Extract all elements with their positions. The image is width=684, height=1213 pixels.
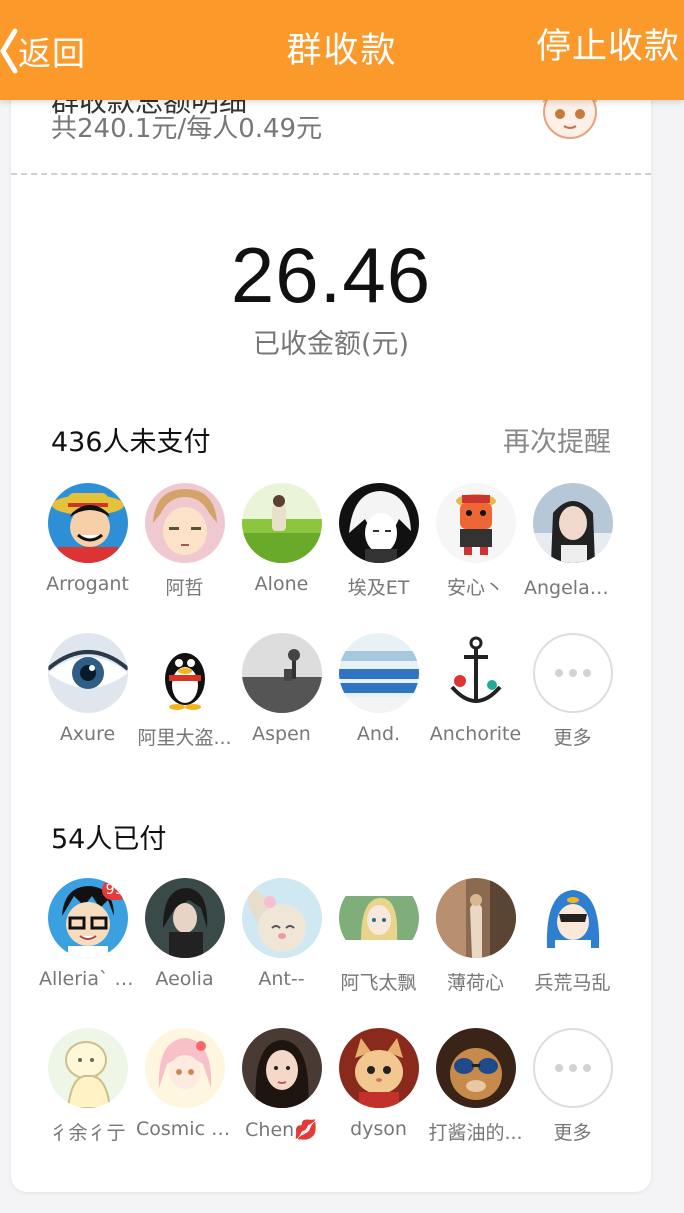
girl-portrait-avatar	[241, 1028, 322, 1108]
more-icon	[532, 1028, 613, 1108]
member-item[interactable]: 兵荒马乱	[524, 878, 621, 1028]
white-hair-avatar	[338, 483, 419, 563]
member-item[interactable]: And.	[330, 633, 427, 783]
more-label: 更多	[553, 727, 592, 749]
member-item[interactable]: Aspen	[233, 633, 330, 783]
more-members-button[interactable]: 更多	[524, 633, 621, 783]
remind-again-button[interactable]: 再次提醒	[503, 420, 611, 459]
more-label: 更多	[553, 1122, 592, 1144]
stop-collecting-button[interactable]: 停止收款	[536, 22, 680, 72]
member-item[interactable]: 阿里大盗...	[136, 633, 233, 783]
divider	[11, 173, 651, 175]
member-item[interactable]: 彳余彳亍	[39, 1028, 136, 1178]
member-name: Chen💋	[245, 1119, 318, 1141]
member-item[interactable]: Axure	[39, 633, 136, 783]
bunny-avatar	[241, 878, 322, 958]
member-item[interactable]: 安心丶	[427, 483, 524, 633]
member-name: And.	[356, 723, 401, 745]
member-item[interactable]: Angelaい...	[524, 483, 621, 633]
member-name: Alleria` W...	[39, 968, 136, 990]
member-name: Aeolia	[155, 968, 214, 990]
member-name: 薄荷心	[446, 972, 504, 994]
member-name: 阿飞太飘	[340, 972, 417, 994]
member-item[interactable]: Alone	[233, 483, 330, 633]
collected-amount: 26.46	[230, 231, 432, 319]
collection-subtitle: 共240.1元/每人0.49元	[51, 114, 323, 144]
penguin-hood-avatar	[532, 878, 613, 958]
member-name: 阿里大盗...	[137, 727, 232, 749]
member-item[interactable]: Aeolia	[136, 878, 233, 1028]
stadium-avatar	[338, 633, 419, 713]
anchor-avatar	[435, 633, 516, 713]
member-item[interactable]: 薄荷心	[427, 878, 524, 1028]
notification-badge: 99	[101, 880, 128, 900]
qq-penguin-avatar	[144, 633, 225, 713]
gray-landscape-avatar	[241, 633, 322, 713]
member-name: Axure	[59, 723, 116, 745]
sketch-avatar	[47, 1028, 128, 1108]
cat-avatar	[338, 1028, 419, 1108]
top-bar: 返回 群收款 停止收款	[0, 0, 684, 100]
more-icon	[532, 633, 613, 713]
member-item[interactable]: 99 Alleria` W...	[39, 878, 136, 1028]
member-item[interactable]: Ant--	[233, 878, 330, 1028]
anime-girl-avatar	[338, 878, 419, 958]
member-item[interactable]: 阿哲	[136, 483, 233, 633]
member-name: 安心丶	[446, 577, 504, 599]
member-item[interactable]: dyson	[330, 1028, 427, 1178]
collected-amount-label: 已收金额(元)	[252, 329, 410, 360]
field-avatar	[241, 483, 322, 563]
collection-card: 群收款总额明细 共240.1元/每人0.49元 26.46 已收金额(元) 43…	[11, 60, 651, 1192]
unpaid-heading: 436人未支付	[51, 427, 211, 458]
member-name: 埃及ET	[347, 577, 410, 599]
street-photo-avatar	[435, 878, 516, 958]
glasses-boy-avatar: 99	[47, 878, 128, 958]
member-name: Alone	[254, 573, 309, 595]
member-item[interactable]: Cosmic A...	[136, 1028, 233, 1178]
member-item[interactable]: Chen💋	[233, 1028, 330, 1178]
member-item[interactable]: Anchorite	[427, 633, 524, 783]
more-members-button[interactable]: 更多	[524, 1028, 621, 1178]
member-name: Arrogant	[46, 573, 129, 595]
member-item[interactable]: 阿飞太飘	[330, 878, 427, 1028]
member-name: Anchorite	[429, 723, 522, 745]
member-name: Cosmic A...	[136, 1118, 233, 1140]
pink-anime-avatar	[144, 1028, 225, 1108]
member-name: dyson	[350, 1118, 407, 1140]
girl-photo-avatar	[532, 483, 613, 563]
dark-anime-avatar	[144, 878, 225, 958]
chibi-avatar	[435, 483, 516, 563]
eye-avatar	[47, 633, 128, 713]
anime-boy-avatar	[144, 483, 225, 563]
luffy-avatar	[47, 483, 128, 563]
member-name: 兵荒马乱	[534, 972, 611, 994]
unpaid-members-grid: Arrogant 阿哲 Alone 埃及ET 安心丶 Angelaい... Ax…	[39, 483, 623, 783]
member-name: Aspen	[252, 723, 311, 745]
sunglasses-avatar	[435, 1028, 516, 1108]
paid-members-grid: 99 Alleria` W... Aeolia Ant-- 阿飞太飘	[39, 878, 623, 1178]
member-item[interactable]: 打酱油的...	[427, 1028, 524, 1178]
member-name: Ant--	[258, 968, 305, 990]
member-item[interactable]: 埃及ET	[330, 483, 427, 633]
member-name: Angelaい...	[524, 577, 621, 599]
paid-heading: 54人已付	[51, 824, 167, 855]
member-item[interactable]: Arrogant	[39, 483, 136, 633]
member-name: 彳余彳亍	[49, 1122, 126, 1144]
member-name: 阿哲	[165, 577, 204, 599]
member-name: 打酱油的...	[428, 1122, 523, 1144]
